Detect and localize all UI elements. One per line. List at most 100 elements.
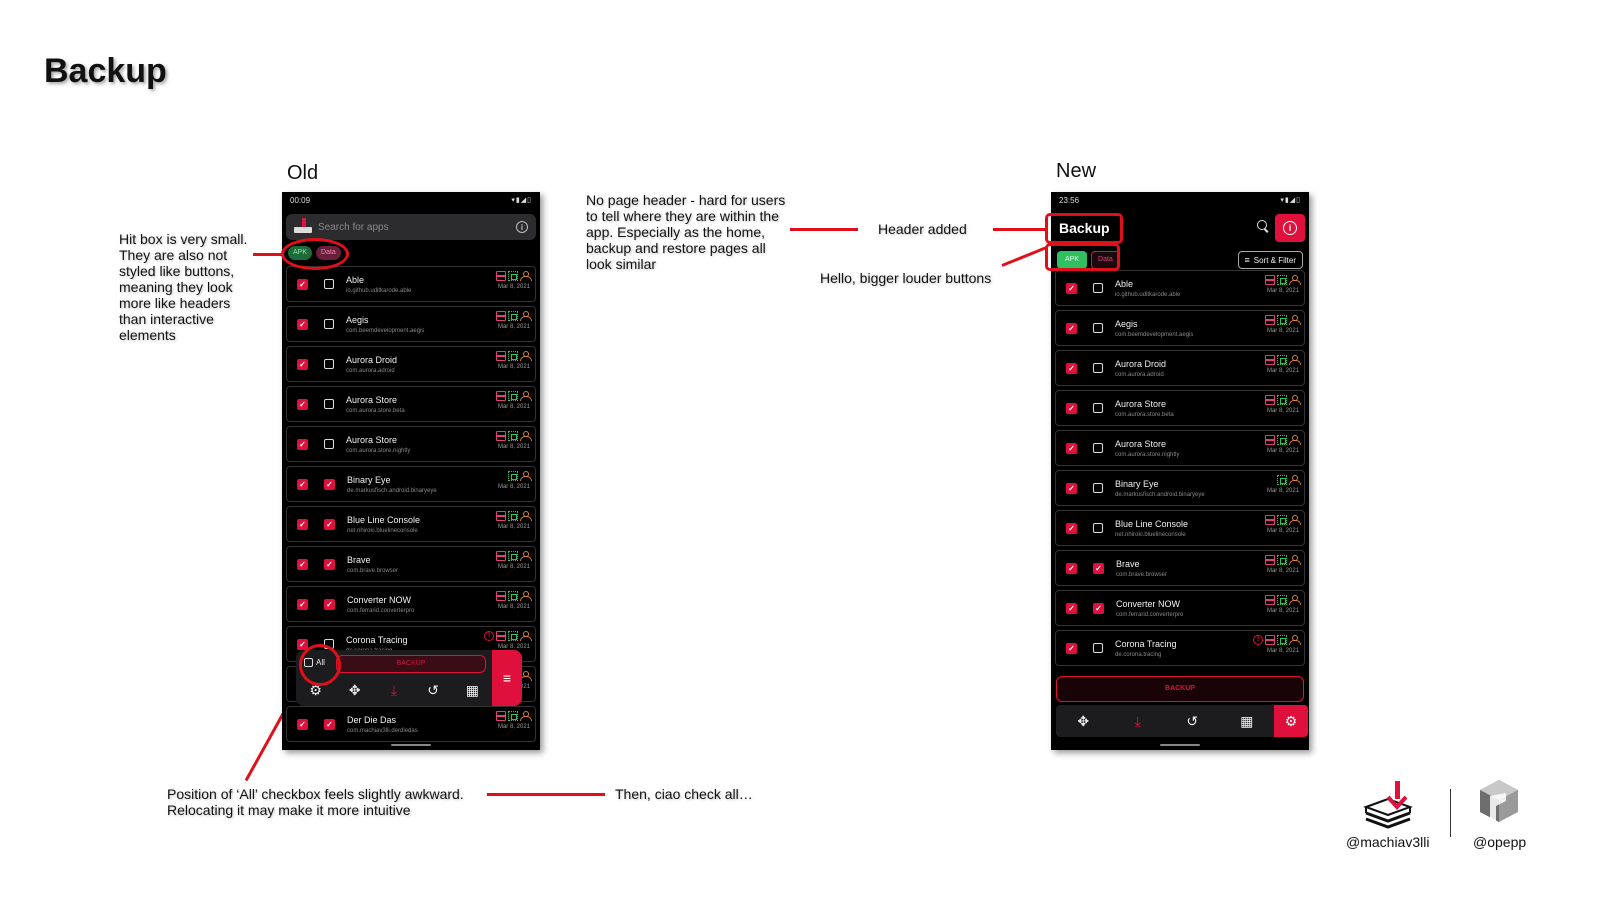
data-checkbox[interactable]: [324, 439, 334, 449]
app-row[interactable]: ✓ Binary Eye de.markusfisch.android.binary…: [1055, 470, 1305, 506]
backup-icon[interactable]: ⤓: [1111, 713, 1166, 729]
badges: [1265, 555, 1301, 565]
app-meta: Mar 8, 2021: [1265, 435, 1301, 454]
highlight-rect-header: [1045, 213, 1123, 244]
calendar-icon[interactable]: ▦: [1220, 713, 1275, 729]
data-checkbox[interactable]: [1093, 523, 1103, 533]
app-row[interactable]: ✓ ✓ Blue Line Console net.nhiroki.bluelinec…: [286, 506, 536, 542]
app-meta: ! Mar 8, 2021: [1253, 635, 1301, 654]
app-meta: Mar 8, 2021: [1265, 355, 1301, 374]
app-row[interactable]: ✓ Able io.github.uditkarode.able Mar 8, 202…: [286, 266, 536, 302]
app-row[interactable]: ✓ ✓ Brave com.brave.browser Mar 8, 2021: [1055, 550, 1305, 586]
app-row[interactable]: ✓ ✓ Binary Eye de.markusfisch.android.binar…: [286, 466, 536, 502]
data-checkbox[interactable]: ✓: [324, 518, 335, 530]
select-checkbox[interactable]: ✓: [1066, 442, 1077, 454]
app-name: Aegis: [346, 314, 369, 325]
select-checkbox[interactable]: ✓: [297, 318, 308, 330]
select-checkbox[interactable]: ✓: [297, 478, 308, 490]
select-checkbox[interactable]: ✓: [1066, 642, 1077, 654]
select-checkbox[interactable]: ✓: [297, 438, 308, 450]
app-row[interactable]: ✓ Aurora Store com.aurora.store.nightly Mar…: [286, 426, 536, 462]
select-checkbox[interactable]: ✓: [1066, 322, 1077, 334]
search-icon[interactable]: [1257, 220, 1269, 232]
app-package: com.aurora.store.nightly: [1115, 451, 1180, 458]
data-checkbox[interactable]: [1093, 643, 1103, 653]
select-checkbox[interactable]: ✓: [1066, 562, 1077, 574]
backup-date: Mar 8, 2021: [1266, 488, 1299, 494]
app-row[interactable]: ✓ Aurora Store com.aurora.store.beta Mar 8,…: [286, 386, 536, 422]
apk-icon: [496, 271, 506, 281]
backup-date: Mar 8, 2021: [1266, 288, 1299, 294]
app-row[interactable]: ✓ ✓ Der Die Das com.machiav3lli.derdiedas Ma…: [286, 706, 536, 742]
select-checkbox[interactable]: ✓: [297, 598, 308, 610]
page-title: Backup: [44, 52, 167, 90]
select-checkbox[interactable]: ✓: [1066, 602, 1077, 614]
data-checkbox[interactable]: [324, 279, 334, 289]
data-checkbox[interactable]: [1093, 283, 1103, 293]
backup-icon[interactable]: ⤓: [385, 682, 403, 698]
select-checkbox[interactable]: ✓: [1066, 482, 1077, 494]
backup-button[interactable]: BACKUP: [336, 655, 486, 673]
restore-icon[interactable]: ↺: [1165, 713, 1220, 729]
apk-icon: [1265, 515, 1275, 525]
data-checkbox[interactable]: [324, 399, 334, 409]
app-row[interactable]: ✓ ✓ Brave com.brave.browser Mar 8, 2021: [286, 546, 536, 582]
app-name: Converter NOW: [1116, 598, 1181, 609]
data-checkbox[interactable]: [324, 319, 334, 329]
data-checkbox[interactable]: [1093, 443, 1103, 453]
app-row[interactable]: ✓Corona Tracingde.corona.tracing!Mar 8, …: [1055, 630, 1305, 666]
app-row[interactable]: ✓ ✓ Converter NOW com.ferrarid.converterpro…: [1055, 590, 1305, 626]
user-icon: [1289, 635, 1301, 645]
app-row[interactable]: ✓ Aurora Store com.aurora.store.nightly Mar…: [1055, 430, 1305, 466]
select-checkbox[interactable]: ✓: [297, 718, 308, 730]
note-no-header: No page header - hard for users to tell …: [586, 192, 786, 272]
app-row[interactable]: ✓ Aurora Droid com.aurora.adroid Mar 8, 202…: [1055, 350, 1305, 386]
data-checkbox[interactable]: ✓: [324, 558, 335, 570]
data-checkbox[interactable]: ✓: [324, 718, 335, 730]
app-row[interactable]: ✓ ✓ Converter NOW com.ferrarid.converterpro…: [286, 586, 536, 622]
app-row[interactable]: ✓ Able io.github.uditkarode.able Mar 8, 202…: [1055, 270, 1305, 306]
data-checkbox[interactable]: ✓: [324, 598, 335, 610]
select-checkbox[interactable]: ✓: [1066, 282, 1077, 294]
user-icon: [520, 591, 532, 601]
data-checkbox[interactable]: [1093, 363, 1103, 373]
app-row[interactable]: ✓ Aurora Store com.aurora.store.beta Mar 8,…: [1055, 390, 1305, 426]
app-row[interactable]: ✓ Blue Line Console net.nhiroki.bluelineco…: [1055, 510, 1305, 546]
calendar-icon[interactable]: ▦: [463, 682, 481, 698]
data-checkbox[interactable]: [1093, 323, 1103, 333]
move-icon[interactable]: ✥: [1056, 713, 1111, 729]
info-icon[interactable]: i: [516, 221, 528, 233]
select-checkbox[interactable]: ✓: [297, 358, 308, 370]
app-package: com.brave.browser: [347, 567, 399, 574]
data-checkbox[interactable]: ✓: [1093, 562, 1104, 574]
app-row[interactable]: ✓ Aegis com.beemdevelopment.aegis Mar 8, 20…: [1055, 310, 1305, 346]
filter-fab[interactable]: ≡: [492, 650, 522, 706]
settings-icon[interactable]: ⚙: [1274, 705, 1308, 737]
highlight-circle-all: [299, 644, 341, 686]
info-button[interactable]: i: [1275, 214, 1305, 242]
backup-button[interactable]: BACKUP: [1056, 676, 1304, 702]
data-checkbox[interactable]: ✓: [1093, 602, 1104, 614]
app-meta: Mar 8, 2021: [496, 551, 532, 570]
select-checkbox[interactable]: ✓: [297, 398, 308, 410]
sort-filter-button[interactable]: ≡ Sort & Filter: [1237, 251, 1303, 269]
data-checkbox[interactable]: ✓: [324, 478, 335, 490]
select-checkbox[interactable]: ✓: [297, 558, 308, 570]
select-checkbox[interactable]: ✓: [297, 278, 308, 290]
app-info: Binary Eye de.markusfisch.android.binarye…: [347, 475, 437, 494]
select-checkbox[interactable]: ✓: [297, 518, 308, 530]
app-row[interactable]: ✓ Aegis com.beemdevelopment.aegis Mar 8, 20…: [286, 306, 536, 342]
select-checkbox[interactable]: ✓: [1066, 402, 1077, 414]
app-row[interactable]: ✓ Aurora Droid com.aurora.adroid Mar 8, 202…: [286, 346, 536, 382]
data-checkbox[interactable]: [1093, 483, 1103, 493]
apk-icon: [496, 551, 506, 561]
backup-date: Mar 8, 2021: [1266, 368, 1299, 374]
data-checkbox[interactable]: [1093, 403, 1103, 413]
data-checkbox[interactable]: [324, 359, 334, 369]
select-checkbox[interactable]: ✓: [1066, 362, 1077, 374]
restore-icon[interactable]: ↺: [424, 682, 442, 698]
search-bar[interactable]: Search for apps i: [286, 214, 536, 240]
user-icon: [520, 471, 532, 481]
select-checkbox[interactable]: ✓: [1066, 522, 1077, 534]
move-icon[interactable]: ✥: [346, 682, 364, 698]
